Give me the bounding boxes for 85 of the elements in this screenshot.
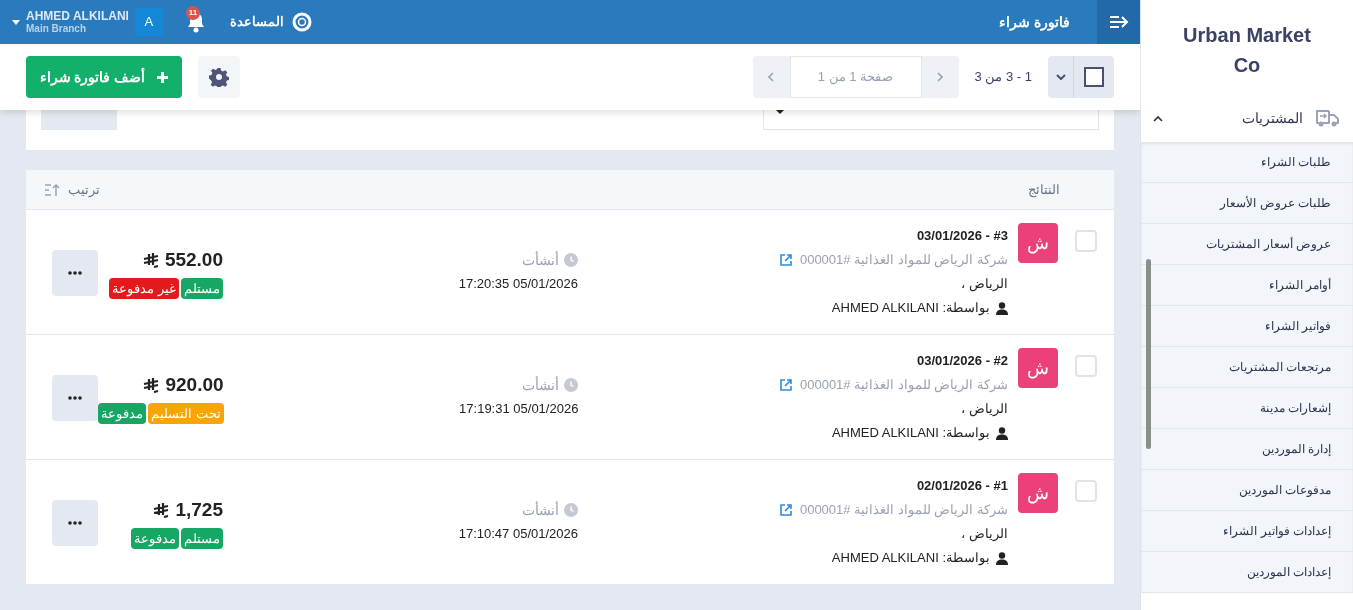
results-range: 1 - 3 من 3 <box>974 68 1032 87</box>
invoice-amount: 552.00 <box>164 248 223 272</box>
clock-icon <box>564 253 578 267</box>
row-checkbox[interactable] <box>1075 480 1097 502</box>
page-title: فاتورة شراء <box>999 12 1070 33</box>
supplier-city: الرياض ، <box>961 400 1009 419</box>
sidebar-item[interactable]: طلبات الشراء <box>1141 142 1353 183</box>
created-date: 05/01/2026 17:10:47 <box>458 525 578 543</box>
invoice-title[interactable]: #1 - 02/01/2026 <box>916 474 1008 498</box>
user-icon <box>996 551 1008 565</box>
sidebar-item[interactable]: مدفوعات الموردين <box>1141 470 1353 511</box>
external-link-icon[interactable] <box>779 504 792 516</box>
chevron-up-icon <box>1153 114 1163 122</box>
invoice-title[interactable]: #3 - 03/01/2026 <box>916 224 1008 248</box>
chevron-down-icon <box>1055 74 1066 80</box>
created-label: أنشأت <box>522 250 559 270</box>
row-checkbox[interactable] <box>1075 355 1097 377</box>
status-tag: تحت التسليم <box>147 403 224 424</box>
lifebuoy-icon <box>291 12 312 32</box>
created-label: أنشأت <box>522 500 559 520</box>
sidebar-section[interactable]: المشتريات <box>1141 100 1353 136</box>
invoice-avatar: ش <box>1018 348 1058 388</box>
status-tag: مستلم <box>181 528 223 549</box>
collapse-icon <box>1108 15 1129 29</box>
clock-icon <box>564 503 578 517</box>
created-date: 05/01/2026 17:20:35 <box>458 275 578 293</box>
created-by: بواسطة: AHMED ALKILANI <box>831 424 991 443</box>
supplier-city: الرياض ، <box>961 275 1008 294</box>
currency-icon <box>143 377 160 393</box>
row-checkbox[interactable] <box>1075 230 1097 252</box>
search-button[interactable] <box>41 110 117 130</box>
plus-icon <box>157 71 169 83</box>
sidebar-item[interactable]: إعدادات فواتير الشراء <box>1141 511 1353 552</box>
more-actions-button[interactable] <box>52 375 98 421</box>
scrollbar[interactable] <box>1146 259 1151 449</box>
help-link[interactable]: المساعدة <box>229 12 312 32</box>
user-icon <box>996 301 1008 315</box>
chevron-left-icon <box>768 72 774 82</box>
supplier-name: شركة الرياض للمواد الغذائية #000001 <box>799 376 1009 395</box>
sort-button[interactable]: ترتيب <box>44 179 100 200</box>
section-label: المشتريات <box>1241 108 1303 129</box>
user-name[interactable]: AHMED ALKILANI <box>26 9 129 23</box>
select-all-checkbox[interactable] <box>1074 56 1114 98</box>
more-icon <box>67 396 82 400</box>
invoice-avatar: ش <box>1018 223 1058 263</box>
user-icon <box>996 426 1009 440</box>
status-tag: مدفوعة <box>97 403 146 424</box>
brand-name: Urban Market Co <box>1182 23 1312 78</box>
more-actions-button[interactable] <box>52 250 98 296</box>
more-icon <box>68 271 82 275</box>
status-tag: مدفوعة <box>131 528 179 549</box>
invoice-title[interactable]: #2 - 03/01/2026 <box>916 349 1009 373</box>
supplier-name: شركة الرياض للمواد الغذائية #000001 <box>799 251 1008 270</box>
invoice-avatar: ش <box>1018 473 1058 513</box>
created-date: 05/01/2026 17:19:31 <box>459 400 579 418</box>
sort-icon <box>44 182 60 197</box>
invoice-amount: 1,725 <box>175 498 223 522</box>
user-avatar[interactable]: A <box>134 8 163 36</box>
chevron-right-icon <box>937 72 943 82</box>
invoice-amount: 920.00 <box>165 373 224 397</box>
sidebar-item[interactable]: طلبات عروض الأسعار <box>1141 183 1353 224</box>
external-link-icon[interactable] <box>779 254 792 266</box>
supplier-city: الرياض ، <box>961 525 1008 544</box>
more-actions-button[interactable] <box>52 500 98 546</box>
created-by: بواسطة: AHMED ALKILANI <box>831 549 990 568</box>
sidebar-item[interactable]: إعدادات الموردين <box>1141 552 1353 593</box>
status-tag: مستلم <box>181 278 223 299</box>
notification-badge: 11 <box>185 6 200 20</box>
more-icon <box>68 521 82 525</box>
status-tag: غير مدفوعة <box>109 278 179 299</box>
settings-button[interactable] <box>198 56 240 98</box>
results-heading: النتائج <box>1028 180 1060 200</box>
truck-icon <box>1315 108 1341 128</box>
page-indicator: صفحة 1 من 1 <box>789 56 922 98</box>
created-by: بواسطة: AHMED ALKILANI <box>831 299 990 318</box>
created-label: أنشأت <box>522 375 560 395</box>
branch-name: Main Branch <box>26 23 86 35</box>
supplier-name: شركة الرياض للمواد الغذائية #000001 <box>799 501 1008 520</box>
caret-icon[interactable] <box>12 19 20 25</box>
sidebar-toggle[interactable] <box>1097 0 1140 44</box>
settings-icon <box>209 67 229 87</box>
currency-icon <box>142 252 159 268</box>
clock-icon <box>564 378 579 392</box>
external-link-icon[interactable] <box>779 379 792 391</box>
currency-icon <box>153 502 170 518</box>
